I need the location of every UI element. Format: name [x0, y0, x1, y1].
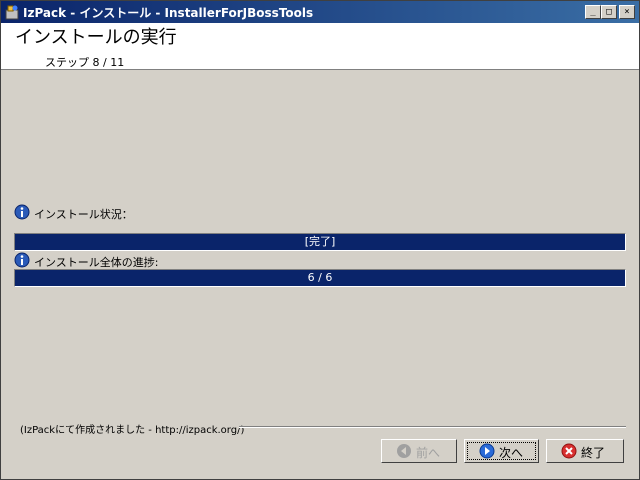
previous-button[interactable]: 前へ	[381, 439, 457, 463]
minimize-button[interactable]: _	[585, 5, 601, 19]
previous-button-label: 前へ	[416, 446, 441, 460]
quit-button-label: 終了	[581, 446, 606, 460]
info-icon	[14, 252, 30, 268]
panel-header: インストールの実行 ステップ 8 / 11	[1, 23, 639, 70]
install-status-label: インストール状況：	[34, 208, 133, 221]
info-icon	[14, 204, 30, 220]
install-status-progress-text: [完了]	[304, 235, 336, 248]
izpack-credit: (IzPackにて作成されました - http://izpack.org/)	[20, 425, 245, 436]
overall-progress-text: 6 / 6	[307, 271, 333, 284]
close-button[interactable]: ×	[619, 5, 635, 19]
quit-x-icon	[561, 443, 577, 459]
back-arrow-icon	[397, 444, 411, 458]
installer-window: IzPack - インストール - InstallerForJBossTools…	[0, 0, 640, 480]
quit-button[interactable]: 終了	[546, 439, 624, 463]
overall-progress-bar: 6 / 6	[14, 269, 626, 287]
step-indicator: ステップ 8 / 11	[45, 56, 125, 69]
page-title: インストールの実行	[15, 27, 177, 48]
window-title: IzPack - インストール - InstallerForJBossTools	[23, 6, 314, 20]
java-app-icon	[5, 5, 19, 20]
install-status-progress-bar: [完了]	[14, 233, 626, 251]
overall-progress-label: インストール全体の進捗:	[34, 256, 159, 269]
maximize-button[interactable]: □	[601, 5, 617, 19]
next-arrow-icon	[479, 443, 495, 459]
title-bar[interactable]: IzPack - インストール - InstallerForJBossTools…	[1, 1, 639, 23]
next-button[interactable]: 次へ	[464, 439, 539, 463]
footer-divider	[239, 426, 626, 428]
next-button-label: 次へ	[499, 446, 524, 460]
